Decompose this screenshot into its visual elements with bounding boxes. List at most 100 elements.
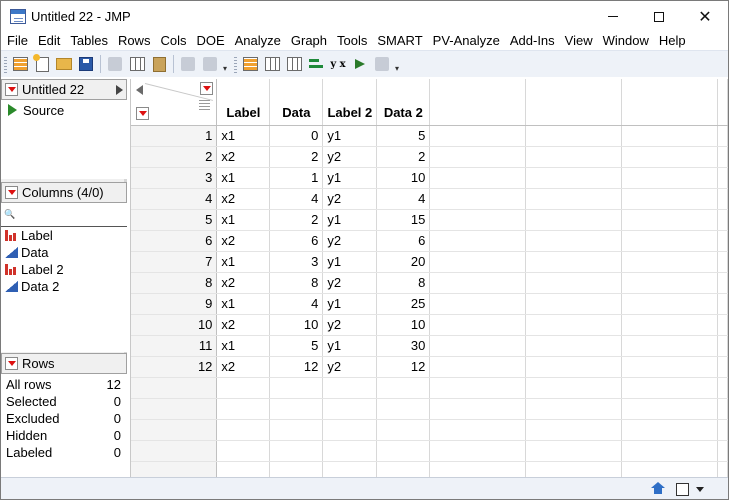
cell-data[interactable]: 6 [269, 230, 324, 252]
table-row[interactable]: 11 x1 5 y1 30 [131, 335, 729, 357]
toolbar-overflow-icon[interactable]: ▾ [223, 64, 227, 73]
column-header-data-2[interactable]: Data 2 [376, 79, 431, 126]
empty-cell[interactable] [621, 314, 718, 336]
minimize-button[interactable] [590, 1, 636, 32]
cell-label-2[interactable]: y2 [322, 272, 378, 294]
empty-cell[interactable] [429, 272, 527, 294]
empty-cell[interactable] [621, 335, 718, 357]
row-number[interactable]: 3 [131, 167, 218, 189]
table-row[interactable]: 10 x2 10 y2 10 [131, 314, 729, 336]
empty-cell[interactable] [429, 356, 527, 378]
cell-data[interactable]: 2 [269, 146, 324, 168]
empty-cell[interactable] [717, 167, 729, 189]
empty-cell[interactable] [621, 230, 718, 252]
cell-label[interactable]: x1 [216, 167, 271, 189]
row-number[interactable]: 9 [131, 293, 218, 315]
cell-data-2[interactable]: 30 [376, 335, 431, 357]
new-data-table-button[interactable] [10, 54, 30, 74]
cell-label-2[interactable]: y1 [322, 251, 378, 273]
menu-smart[interactable]: SMART [372, 32, 427, 50]
cell-data[interactable]: 8 [269, 272, 324, 294]
cell-data-2[interactable]: 5 [376, 125, 431, 147]
cell-label[interactable]: x1 [216, 335, 271, 357]
disabled-button[interactable] [178, 54, 198, 74]
row-number[interactable]: 11 [131, 335, 218, 357]
empty-cell[interactable] [525, 314, 623, 336]
table-row[interactable]: 9 x1 4 y1 25 [131, 293, 729, 315]
empty-cell[interactable] [525, 188, 623, 210]
column-search-input[interactable]: 🔍 [1, 203, 127, 227]
tabulate-button[interactable] [284, 54, 304, 74]
menu-add-ins[interactable]: Add-Ins [505, 32, 560, 50]
rows-stat-hidden[interactable]: Hidden 0 [1, 427, 127, 444]
rows-stat-selected[interactable]: Selected 0 [1, 393, 127, 410]
empty-cell[interactable] [429, 293, 527, 315]
empty-cell[interactable] [621, 125, 718, 147]
empty-cell[interactable] [717, 251, 729, 273]
row-number[interactable]: 2 [131, 146, 218, 168]
empty-cell[interactable] [525, 146, 623, 168]
table-row[interactable]: 2 x2 2 y2 2 [131, 146, 729, 168]
cell-label[interactable]: x2 [216, 188, 271, 210]
cell-label-2[interactable]: y2 [322, 146, 378, 168]
table-row[interactable]: 7 x1 3 y1 20 [131, 251, 729, 273]
cell-data[interactable]: 0 [269, 125, 324, 147]
empty-cell[interactable] [621, 293, 718, 315]
empty-cell[interactable] [429, 314, 527, 336]
row-number[interactable]: 1 [131, 125, 218, 147]
menu-edit[interactable]: Edit [33, 32, 65, 50]
cell-label[interactable]: x2 [216, 314, 271, 336]
empty-cell[interactable] [621, 167, 718, 189]
cell-label-2[interactable]: y1 [322, 293, 378, 315]
menu-pv-analyze[interactable]: PV-Analyze [428, 32, 505, 50]
window-list-icon[interactable] [676, 483, 689, 496]
cut-button[interactable] [105, 54, 125, 74]
menu-graph[interactable]: Graph [286, 32, 332, 50]
source-script[interactable]: Source [1, 100, 127, 120]
column-item-data[interactable]: Data [1, 244, 127, 261]
empty-cell[interactable] [717, 272, 729, 294]
collapse-panel-icon[interactable] [116, 85, 123, 95]
column-header-empty[interactable] [717, 79, 729, 126]
empty-cell[interactable] [621, 272, 718, 294]
menu-view[interactable]: View [560, 32, 598, 50]
empty-cell[interactable] [621, 188, 718, 210]
cell-label[interactable]: x2 [216, 272, 271, 294]
empty-cell[interactable] [621, 251, 718, 273]
columns-menu-red-triangle-icon[interactable] [200, 82, 214, 95]
table-row[interactable]: 4 x2 4 y2 4 [131, 188, 729, 210]
toolbar-overflow-icon[interactable]: ▾ [395, 64, 399, 73]
fit-y-by-x-button[interactable]: y x [328, 54, 348, 74]
back-arrow-icon[interactable] [136, 85, 143, 95]
row-number[interactable]: 4 [131, 188, 218, 210]
table-row[interactable]: 5 x1 2 y1 15 [131, 209, 729, 231]
column-header-empty[interactable] [429, 79, 527, 126]
empty-cell[interactable] [429, 188, 527, 210]
cell-label[interactable]: x1 [216, 125, 271, 147]
paste-button[interactable] [149, 54, 169, 74]
cell-data[interactable]: 12 [269, 356, 324, 378]
empty-cell[interactable] [717, 209, 729, 231]
edit-button[interactable] [372, 54, 392, 74]
empty-cell[interactable] [429, 251, 527, 273]
column-header-data[interactable]: Data [269, 79, 324, 126]
row-number[interactable]: 12 [131, 356, 218, 378]
row-number[interactable]: 5 [131, 209, 218, 231]
data-grid-button[interactable] [262, 54, 282, 74]
cell-label[interactable]: x2 [216, 146, 271, 168]
empty-cell[interactable] [525, 251, 623, 273]
maximize-button[interactable] [636, 1, 682, 32]
empty-cell[interactable] [717, 188, 729, 210]
cell-data-2[interactable]: 25 [376, 293, 431, 315]
row-number[interactable]: 10 [131, 314, 218, 336]
empty-cell[interactable] [717, 356, 729, 378]
cell-data[interactable]: 5 [269, 335, 324, 357]
menu-help[interactable]: Help [654, 32, 691, 50]
cell-data-2[interactable]: 10 [376, 314, 431, 336]
cell-label[interactable]: x2 [216, 230, 271, 252]
empty-cell[interactable] [525, 272, 623, 294]
column-item-data-2[interactable]: Data 2 [1, 278, 127, 295]
cell-data[interactable]: 10 [269, 314, 324, 336]
cell-label-2[interactable]: y2 [322, 230, 378, 252]
cell-data-2[interactable]: 4 [376, 188, 431, 210]
